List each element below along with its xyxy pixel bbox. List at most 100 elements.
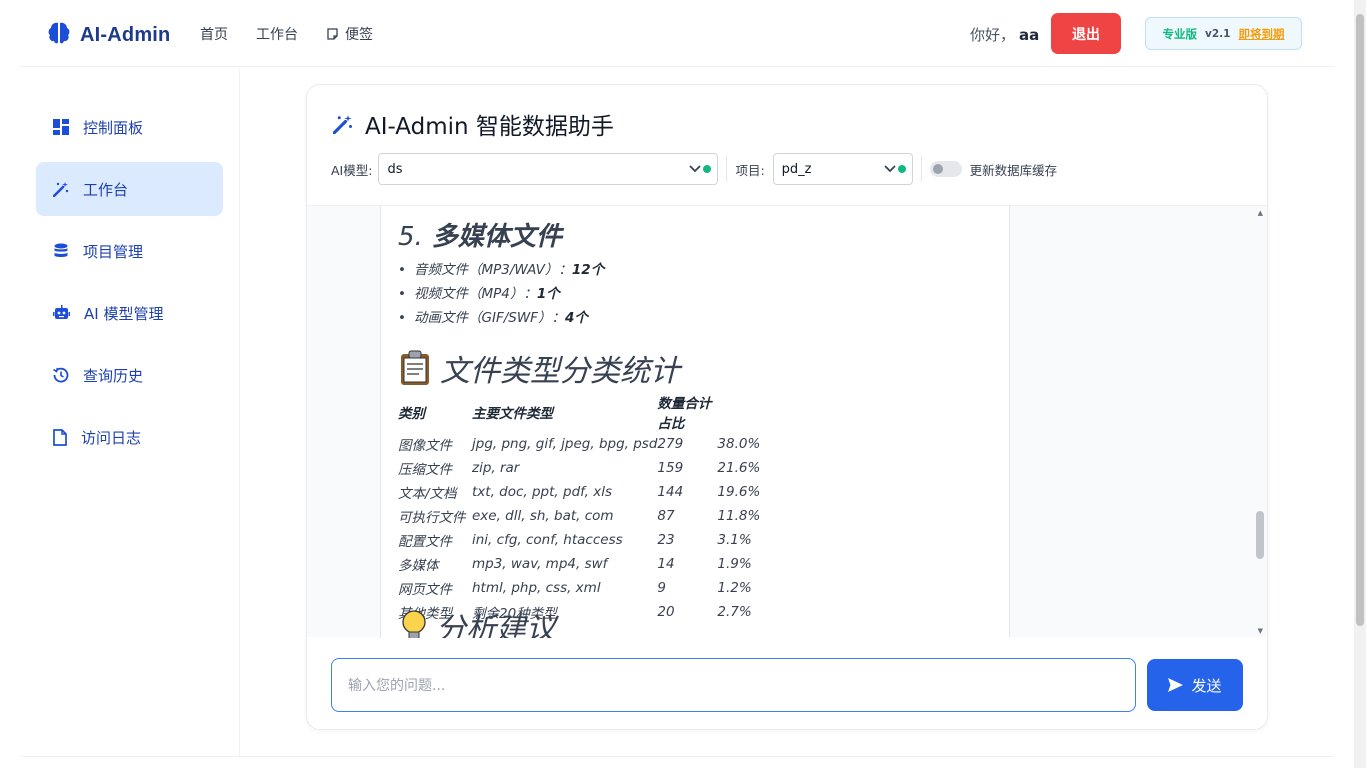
username: aa — [1019, 26, 1040, 44]
stats-heading: 文件类型分类统计 — [398, 346, 680, 390]
nav-notes[interactable]: 便签 — [326, 24, 373, 44]
page-scroll-thumb[interactable] — [1356, 14, 1364, 626]
select-chevron — [689, 165, 712, 173]
nav-workbench[interactable]: 工作台 — [256, 24, 298, 44]
cell: 文本/文档 — [398, 486, 457, 502]
item-count: 4个 — [564, 310, 588, 326]
cell: 159 — [657, 460, 684, 476]
item-text: 音频文件（MP3/WAV）： — [414, 262, 572, 278]
scroll-down-arrow-icon[interactable]: ▼ — [1258, 627, 1263, 635]
section-heading: 5. 多媒体文件 — [398, 216, 562, 253]
table-row: 可执行文件 exe, dll, sh, bat, com 87 11.8% — [398, 504, 777, 528]
file-icon — [53, 428, 67, 446]
model-label: AI模型: — [331, 162, 373, 178]
logout-button[interactable]: 退出 — [1051, 13, 1121, 54]
sidebar-item-access-log[interactable]: 访问日志 — [36, 410, 223, 464]
sidebar-item-label: 访问日志 — [81, 428, 142, 447]
license-badge: 专业版 v2.1 即将到期 — [1145, 17, 1302, 50]
cache-toggle[interactable] — [929, 161, 962, 177]
table-row: 配置文件 ini, cfg, conf, htaccess 23 3.1% — [398, 528, 777, 552]
list-item: 视频文件（MP4）：1个 — [398, 282, 604, 306]
sidebar-item-workbench[interactable]: 工作台 — [36, 162, 223, 216]
send-button[interactable]: 发送 — [1147, 659, 1243, 711]
table-row: 压缩文件 zip, rar 159 21.6% — [398, 456, 777, 480]
send-label: 发送 — [1191, 676, 1222, 695]
cell: txt, doc, ppt, pdf, xls — [472, 484, 613, 500]
cell: 20 — [657, 604, 675, 620]
stats-table: 类别 主要文件类型 数量合计占比 图像文件 jpg, png, gif, jpeg… — [398, 392, 777, 624]
section-title: 多媒体文件 — [431, 222, 562, 252]
model-status-dot — [703, 165, 712, 173]
magic-wand-icon — [333, 115, 352, 134]
sidebar-item-ai-models[interactable]: AI 模型管理 — [36, 286, 223, 340]
scroll-up-arrow-icon[interactable]: ▲ — [1258, 209, 1263, 217]
col-header — [717, 392, 777, 432]
cell: mp3, wav, mp4, swf — [472, 556, 608, 572]
cell: html, php, css, xml — [472, 580, 601, 596]
nav-notes-label: 便签 — [345, 27, 373, 43]
cell: 23 — [657, 532, 675, 548]
sidebar-item-label: AI 模型管理 — [84, 304, 164, 323]
project-label: 项目: — [735, 162, 765, 178]
chat-scroll-thumb[interactable] — [1256, 511, 1264, 559]
project-select[interactable]: pd_z — [772, 153, 913, 185]
chat-scrollbar[interactable]: ▲ ▼ — [1253, 206, 1267, 638]
chat-area[interactable]: 5. 多媒体文件 音频文件（MP3/WAV）：12个 视频文件（MP4）：1个 … — [307, 205, 1267, 638]
cell: 21.6% — [717, 460, 761, 476]
model-value: ds — [387, 161, 403, 177]
analysis-heading: 分析建议 — [400, 604, 556, 638]
cell: 多媒体 — [398, 558, 439, 574]
cell: exe, dll, sh, bat, com — [472, 508, 614, 524]
question-input[interactable]: 输入您的问题... — [331, 658, 1136, 712]
cell: ini, cfg, conf, htaccess — [472, 532, 623, 548]
expiry-link[interactable]: 即将到期 — [1238, 26, 1284, 42]
list-item: 动画文件（GIF/SWF）：4个 — [398, 306, 604, 330]
sidebar-item-label: 项目管理 — [83, 242, 144, 261]
sidebar-item-dashboard[interactable]: 控制面板 — [36, 100, 223, 154]
item-text: 动画文件（GIF/SWF）： — [414, 310, 565, 326]
version-label: v2.1 — [1205, 27, 1231, 40]
user-greeting: 你好， aa — [970, 24, 1039, 45]
page-title-text: AI-Admin 智能数据助手 — [365, 114, 614, 140]
cell: jpg, png, gif, jpeg, bpg, psd — [472, 436, 658, 452]
cell: 配置文件 — [398, 534, 452, 550]
table-row: 文本/文档 txt, doc, ppt, pdf, xls 144 19.6% — [398, 480, 777, 504]
nav-home[interactable]: 首页 — [200, 24, 228, 44]
col-header: 数量合计占比 — [657, 392, 717, 432]
cell: 9 — [657, 580, 667, 596]
table-header-row: 类别 主要文件类型 数量合计占比 — [398, 392, 777, 432]
logo-text: AI-Admin — [80, 23, 171, 46]
analysis-title: 分析建议 — [436, 612, 556, 638]
model-select[interactable]: ds — [378, 153, 719, 185]
project-status-dot — [897, 165, 906, 173]
sidebar-item-projects[interactable]: 项目管理 — [36, 224, 223, 278]
edition-label: 专业版 — [1162, 26, 1198, 41]
controls-row: AI模型: ds 项目: pd_z 更新数据库缓存 — [331, 153, 1057, 185]
project-value: pd_z — [781, 161, 812, 177]
sidebar-item-label: 控制面板 — [83, 118, 144, 137]
history-icon — [53, 367, 69, 383]
logo[interactable]: AI-Admin — [46, 20, 170, 50]
sidebar-item-label: 查询历史 — [83, 366, 144, 385]
table-row: 多媒体 mp3, wav, mp4, swf 14 1.9% — [398, 552, 777, 576]
top-bar: AI-Admin 首页 工作台 便签 你好， aa 退出 专业版 v2.1 即将到… — [20, 0, 1334, 67]
assistant-card: AI-Admin 智能数据助手 AI模型: ds 项目: pd_z 更新数据库缓… — [306, 84, 1268, 730]
greeting-text: 你好， — [970, 26, 1016, 44]
database-icon — [54, 243, 68, 257]
sidebar: 控制面板 工作台 项目管理 AI 模型管理 查询历史 访问日志 — [20, 68, 240, 756]
cell: 可执行文件 — [398, 510, 466, 526]
list-item: 音频文件（MP3/WAV）：12个 — [398, 258, 604, 282]
dashboard-icon — [53, 119, 69, 135]
chevron-down-icon — [689, 165, 702, 173]
robot-icon — [53, 305, 70, 319]
table-row: 图像文件 jpg, png, gif, jpeg, bpg, psd 279 38.0… — [398, 432, 777, 456]
col-header: 主要文件类型 — [472, 406, 553, 422]
page-scrollbar[interactable] — [1354, 0, 1366, 768]
question-placeholder: 输入您的问题... — [348, 678, 446, 694]
sidebar-item-query-history[interactable]: 查询历史 — [36, 348, 223, 402]
cell: 144 — [657, 484, 684, 500]
cache-label: 更新数据库缓存 — [969, 162, 1058, 178]
clipboard-icon — [401, 350, 429, 385]
cell: 38.0% — [717, 436, 761, 452]
cell: 3.1% — [717, 532, 752, 548]
